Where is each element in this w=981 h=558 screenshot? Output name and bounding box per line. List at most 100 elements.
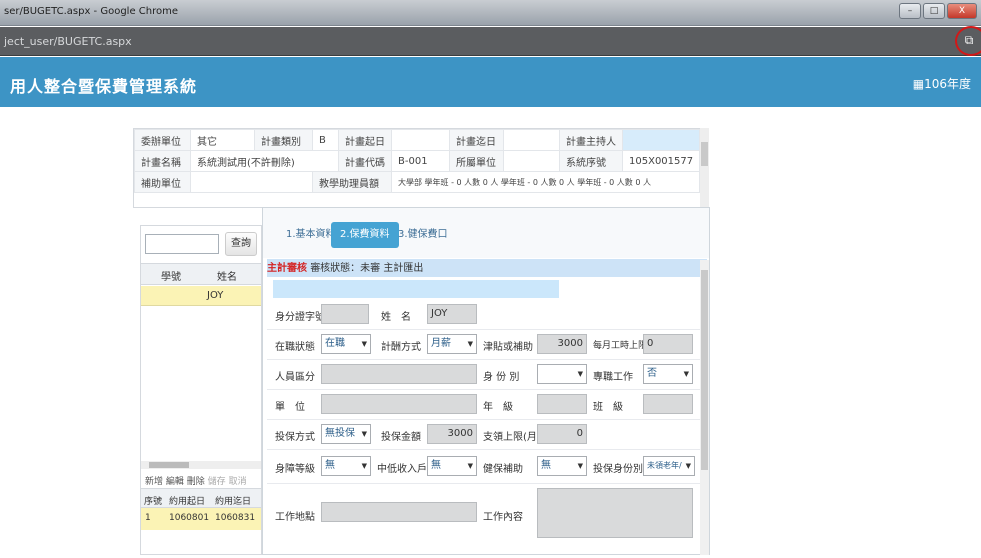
fiscal-year: ▦106年度	[913, 75, 971, 92]
pay-select[interactable]: 月薪	[427, 334, 477, 354]
browser-title-bar: ser/BUGETC.aspx - Google Chrome – □ X	[0, 0, 981, 26]
form-row: 身障等級 無 中低收入戶 無 健保補助 無 投保身份別 未領老年/	[267, 450, 703, 484]
scrollbar-thumb[interactable]	[701, 142, 708, 166]
hours-label: 每月工時上限	[593, 341, 648, 351]
id-field[interactable]	[321, 304, 369, 324]
lowincome-select[interactable]: 無	[427, 456, 477, 476]
info-label: 計畫起日	[338, 129, 392, 151]
form-row: 投保方式 無投保 投保金額 3000 支領上限(月) 0	[267, 420, 703, 450]
info-label: 計畫名稱	[134, 150, 191, 172]
work-content-field[interactable]	[537, 488, 693, 538]
audit-main: 主計審核	[267, 263, 307, 274]
column-header-seq: 序號	[144, 497, 163, 507]
fulltime-select[interactable]: 否	[643, 364, 693, 384]
salary-field[interactable]: 3000	[537, 334, 587, 354]
info-value: B	[312, 129, 339, 151]
form-row: 單 位 年 級 班 級	[267, 390, 703, 420]
contract-start: 1060801	[169, 513, 210, 523]
scrollbar-thumb[interactable]	[149, 462, 189, 468]
id-label: 身分證字號	[275, 312, 325, 323]
health-label: 健保補助	[483, 464, 523, 475]
info-row: 委辦單位 其它 計畫類別 B 計畫起日 計畫迄日 計畫主持人	[134, 129, 701, 151]
info-value: 大學部 學年班 - 0 人數 0 人 學年班 - 0 人數 0 人 學年班 - …	[390, 171, 701, 193]
search-input[interactable]	[145, 234, 219, 254]
fulltime-label: 專職工作	[593, 372, 633, 383]
cancel-button[interactable]: 取消	[229, 477, 247, 487]
disable-select[interactable]: 無	[321, 456, 371, 476]
minimize-button[interactable]: –	[899, 3, 921, 19]
form-vscrollbar[interactable]	[700, 260, 709, 555]
project-info-grid: 委辦單位 其它 計畫類別 B 計畫起日 計畫迄日 計畫主持人 計畫名稱 系統測試…	[133, 128, 704, 208]
class-field[interactable]	[643, 394, 693, 414]
list-hscrollbar[interactable]	[141, 461, 261, 469]
contract-header: 序號 約用起日 約用迄日	[141, 488, 261, 508]
health-select[interactable]: 無	[537, 456, 587, 476]
grade-label: 年 級	[483, 402, 513, 413]
list-item[interactable]: JOY	[141, 286, 261, 306]
red-annotation-circle	[955, 26, 981, 56]
pay-label: 計酬方式	[381, 342, 421, 353]
salary-label: 津貼或補助	[483, 342, 533, 353]
info-label: 所屬單位	[449, 150, 504, 172]
close-button[interactable]: X	[947, 3, 977, 19]
class-label: 班 級	[593, 402, 623, 413]
info-value	[190, 171, 313, 193]
fiscal-year-text: 106年度	[924, 77, 971, 91]
contract-toolbar: 新增 編輯 刪除 儲存 取消	[145, 474, 247, 487]
edit-button[interactable]: 編輯	[166, 477, 184, 487]
info-label: 計畫迄日	[449, 129, 504, 151]
info-value: B-001	[391, 150, 450, 172]
scrollbar-thumb[interactable]	[701, 270, 708, 470]
disable-label: 身障等級	[275, 464, 315, 475]
identity2-select[interactable]: 未領老年/	[643, 456, 695, 476]
ins-method-label: 投保方式	[275, 432, 315, 443]
url-text[interactable]: ject_user/BUGETC.aspx	[4, 35, 132, 48]
staff-field[interactable]	[321, 364, 477, 384]
info-scrollbar[interactable]	[700, 128, 709, 208]
query-button[interactable]: 查詢	[225, 232, 257, 256]
info-value	[503, 129, 560, 151]
info-value	[503, 150, 560, 172]
staff-label: 人員區分	[275, 372, 315, 383]
contract-row[interactable]: 1 1060801 1060831	[141, 508, 261, 530]
support-field[interactable]: 0	[537, 424, 587, 444]
identity-select[interactable]	[537, 364, 587, 384]
column-header-student-id: 學號	[161, 272, 181, 283]
employ-select[interactable]: 在職	[321, 334, 371, 354]
name-field[interactable]: JOY	[427, 304, 477, 324]
save-button[interactable]: 儲存	[208, 477, 226, 487]
window-controls: – □ X	[899, 3, 977, 19]
info-row: 計畫名稱 系統測試用(不許刪除) 計畫代碼 B-001 所屬單位 系統序號 10…	[134, 150, 701, 172]
info-label: 系統序號	[559, 150, 623, 172]
grade-field[interactable]	[537, 394, 587, 414]
ins-amount-field[interactable]: 3000	[427, 424, 477, 444]
ins-method-select[interactable]: 無投保	[321, 424, 371, 444]
unit-field[interactable]	[321, 394, 477, 414]
maximize-button[interactable]: □	[923, 3, 945, 19]
project-info-table: 委辦單位 其它 計畫類別 B 計畫起日 計畫迄日 計畫主持人 計畫名稱 系統測試…	[134, 129, 701, 193]
support-label: 支領上限(月)	[483, 432, 541, 443]
list-header: 學號 姓名	[141, 263, 261, 285]
work-content-label: 工作內容	[483, 512, 523, 523]
info-value	[391, 129, 450, 151]
address-bar[interactable]: ject_user/BUGETC.aspx ⧉	[0, 27, 981, 56]
hours-field[interactable]: 0	[643, 334, 693, 354]
tab-health-insurance[interactable]: 3.健保費口	[389, 222, 457, 248]
audit-status-bar: 主計審核 審核狀態：未審 主計匯出	[267, 259, 707, 277]
lowincome-label: 中低收入戶	[377, 464, 427, 475]
column-header-name: 姓名	[217, 272, 237, 283]
add-button[interactable]: 新增	[145, 477, 163, 487]
detail-panel: 1.基本資料 2.保費資料 3.健保費口 主計審核 審核狀態：未審 主計匯出 身…	[262, 207, 710, 555]
delete-button[interactable]: 刪除	[187, 477, 205, 487]
employ-label: 在職狀態	[275, 342, 315, 353]
info-label: 計畫類別	[254, 129, 313, 151]
audit-state: 審核狀態：未審	[310, 263, 381, 274]
work-place-field[interactable]	[321, 502, 477, 522]
column-header-start: 約用起日	[169, 497, 206, 507]
info-label: 教學助理員額	[312, 171, 392, 193]
identity-label: 身 份 別	[483, 372, 520, 383]
form-row: 工作地點 工作內容	[267, 484, 703, 544]
name-label: 姓 名	[381, 312, 411, 323]
form-row: 人員區分 身 份 別 專職工作 否	[267, 360, 703, 390]
unit-label: 單 位	[275, 402, 305, 413]
